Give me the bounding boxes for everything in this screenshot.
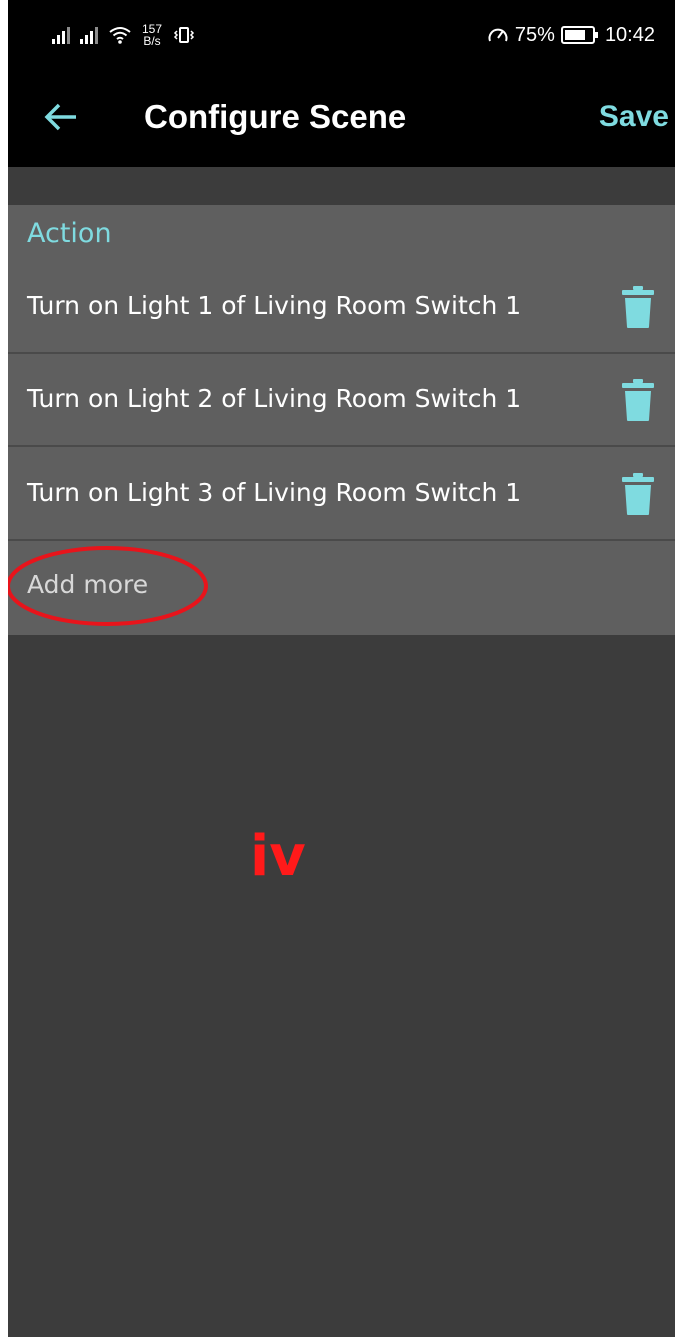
status-right-group: 75% 10:42 [487, 18, 655, 52]
page-title: Configure Scene [144, 98, 407, 135]
wifi-icon [109, 27, 131, 44]
gauge-icon [488, 28, 508, 42]
action-item[interactable]: Turn on Light 2 of Living Room Switch 1 [8, 354, 675, 447]
battery-percent: 75% [514, 23, 555, 46]
battery-icon [560, 26, 598, 44]
top-spacer [8, 167, 675, 205]
action-item[interactable]: Turn on Light 3 of Living Room Switch 1 [8, 448, 675, 541]
action-item[interactable]: Turn on Light 1 of Living Room Switch 1 [8, 261, 675, 354]
phone-screen: 157 B/s 75% 10:42 Configure Scene Save A… [8, 0, 675, 1337]
signal-1-icon [52, 26, 70, 44]
trash-icon[interactable] [621, 285, 655, 329]
arrow-left-icon [44, 103, 76, 131]
trash-icon[interactable] [621, 472, 655, 516]
vibrate-icon [173, 27, 195, 43]
action-section-header: Action [27, 218, 112, 249]
action-item-label: Turn on Light 3 of Living Room Switch 1 [27, 478, 522, 507]
action-card: Action Turn on Light 1 of Living Room Sw… [8, 205, 675, 635]
net-speed: 157 B/s [142, 23, 162, 47]
save-button[interactable]: Save [599, 96, 669, 138]
highlight-ellipse [8, 546, 208, 626]
clock: 10:42 [604, 23, 655, 46]
annotation-label: iv [250, 824, 306, 889]
status-bar: 157 B/s 75% 10:42 [8, 0, 675, 70]
signal-2-icon [80, 26, 98, 44]
status-left-group: 157 B/s [52, 18, 196, 52]
app-bar: Configure Scene Save [8, 70, 675, 167]
action-item-label: Turn on Light 2 of Living Room Switch 1 [27, 384, 522, 413]
back-button[interactable] [36, 92, 86, 142]
action-item-label: Turn on Light 1 of Living Room Switch 1 [27, 291, 522, 320]
trash-icon[interactable] [621, 378, 655, 422]
net-speed-unit: B/s [143, 34, 161, 48]
